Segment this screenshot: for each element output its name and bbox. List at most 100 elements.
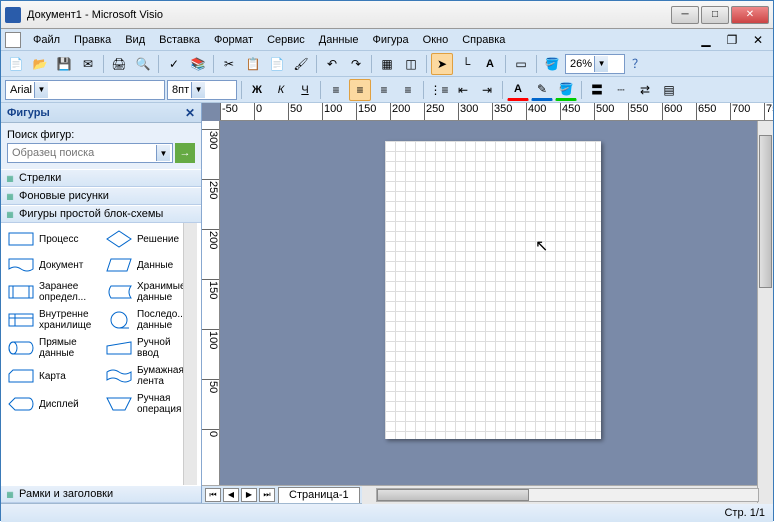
panel-scrollbar[interactable] [183, 223, 197, 485]
search-combo[interactable]: ▼ [7, 143, 173, 163]
search-input[interactable] [12, 147, 154, 159]
dropdown-arrow-icon[interactable]: ▼ [191, 82, 205, 98]
shape-card[interactable]: Карта [5, 363, 99, 389]
menu-help[interactable]: Справка [456, 32, 511, 48]
align-center-button[interactable]: ≡ [349, 79, 371, 101]
menu-window[interactable]: Окно [417, 32, 455, 48]
shape-label: Дисплей [39, 399, 79, 410]
copy-button[interactable]: 📋 [242, 53, 264, 75]
category-flowchart[interactable]: ▦Фигуры простой блок-схемы [1, 205, 201, 223]
page-tab[interactable]: Страница-1 [278, 487, 360, 503]
menu-data[interactable]: Данные [313, 32, 365, 48]
save-button[interactable]: 💾 [53, 53, 75, 75]
help-button[interactable]: ？ [627, 53, 649, 75]
align-left-button[interactable]: ≡ [325, 79, 347, 101]
menu-tools[interactable]: Сервис [261, 32, 311, 48]
manop-icon [105, 394, 133, 414]
underline-button[interactable]: Ч [294, 79, 316, 101]
menu-insert[interactable]: Вставка [153, 32, 206, 48]
shapes-panel: Фигуры ✕ Поиск фигур: ▼ → ▦Стрелки ▦Фоно… [1, 103, 202, 503]
category-backgrounds[interactable]: ▦Фоновые рисунки [1, 187, 201, 205]
shape-label: Прямые данные [39, 337, 97, 359]
dropdown-arrow-icon[interactable]: ▼ [156, 145, 170, 161]
line-pattern-button[interactable]: ┈ [610, 79, 632, 101]
app-icon [5, 7, 21, 23]
fill-color-button[interactable]: 🪣 [555, 79, 577, 101]
menu-shape[interactable]: Фигура [367, 32, 415, 48]
shape-document[interactable]: Документ [5, 253, 99, 277]
mdi-restore-button[interactable]: ❐ [721, 29, 743, 51]
category-frames[interactable]: ▦Рамки и заголовки [1, 485, 201, 503]
scrollbar-horizontal[interactable] [362, 486, 773, 504]
open-button[interactable]: 📂 [29, 53, 51, 75]
bullets-button[interactable]: ⋮≡ [428, 79, 450, 101]
stencil-icon: ▦ [5, 489, 15, 499]
tab-prev-button[interactable]: ◀ [223, 488, 239, 502]
direct-icon [7, 338, 35, 358]
new-button[interactable]: 📄 [5, 53, 27, 75]
stencil-button[interactable]: ◫ [400, 53, 422, 75]
shape-internal[interactable]: Внутренне хранилище [5, 307, 99, 333]
menu-format[interactable]: Формат [208, 32, 259, 48]
indent-dec-button[interactable]: ⇤ [452, 79, 474, 101]
mail-button[interactable]: ✉ [77, 53, 99, 75]
scrollbar-vertical[interactable] [757, 121, 773, 485]
fontsize-combo[interactable]: 8пт ▼ [167, 80, 237, 100]
menu-edit[interactable]: Правка [68, 32, 117, 48]
paste-button[interactable]: 📄 [266, 53, 288, 75]
close-button[interactable]: ✕ [731, 6, 769, 24]
connector-tool-button[interactable]: └ [455, 53, 477, 75]
dropdown-arrow-icon[interactable]: ▼ [34, 82, 48, 98]
panel-close-button[interactable]: ✕ [185, 106, 195, 120]
italic-button[interactable]: К [270, 79, 292, 101]
format-painter-button[interactable]: 🖌 [290, 53, 312, 75]
line-color-button[interactable]: ✎ [531, 79, 553, 101]
format-button[interactable]: ▤ [658, 79, 680, 101]
zoom-combo[interactable]: 26% ▼ [565, 54, 625, 74]
shape-process[interactable]: Процесс [5, 227, 99, 251]
line-weight-button[interactable]: 〓 [586, 79, 608, 101]
stencil-icon: ▦ [5, 209, 15, 219]
shape-predef[interactable]: Заранее определ... [5, 279, 99, 305]
menu-file[interactable]: Файл [27, 32, 66, 48]
minimize-button[interactable]: ─ [671, 6, 699, 24]
menubar: Файл Правка Вид Вставка Формат Сервис Да… [1, 29, 773, 51]
redo-button[interactable]: ↷ [345, 53, 367, 75]
align-right-button[interactable]: ≡ [373, 79, 395, 101]
shape-direct[interactable]: Прямые данные [5, 335, 99, 361]
line-ends-button[interactable]: ⇄ [634, 79, 656, 101]
search-go-button[interactable]: → [175, 143, 195, 163]
undo-button[interactable]: ↶ [321, 53, 343, 75]
print-button[interactable]: 🖨 [108, 53, 130, 75]
bold-button[interactable]: Ж [246, 79, 268, 101]
page[interactable] [385, 141, 601, 439]
shapes-window-button[interactable]: ▦ [376, 53, 398, 75]
mdi-minimize-button[interactable]: ▁ [695, 29, 717, 51]
rectangle-tool-button[interactable]: ▭ [510, 53, 532, 75]
research-button[interactable]: 📚 [187, 53, 209, 75]
tab-last-button[interactable]: ⏭ [259, 488, 275, 502]
mdi-close-button[interactable]: ✕ [747, 29, 769, 51]
stored-icon [105, 282, 133, 302]
align-justify-button[interactable]: ≡ [397, 79, 419, 101]
spellcheck-button[interactable]: ✓ [163, 53, 185, 75]
fill-button[interactable]: 🪣 [541, 53, 563, 75]
pointer-tool-button[interactable]: ➤ [431, 53, 453, 75]
font-combo[interactable]: Arial ▼ [5, 80, 165, 100]
doc-icon[interactable] [5, 32, 21, 48]
font-color-button[interactable]: A [507, 79, 529, 101]
drawing-area[interactable]: ↖ [220, 121, 773, 485]
category-arrows[interactable]: ▦Стрелки [1, 169, 201, 187]
cut-button[interactable]: ✂ [218, 53, 240, 75]
shape-label: Внутренне хранилище [39, 309, 97, 331]
dropdown-arrow-icon[interactable]: ▼ [594, 56, 608, 72]
shape-display[interactable]: Дисплей [5, 391, 99, 417]
print-preview-button[interactable]: 🔍 [132, 53, 154, 75]
menu-view[interactable]: Вид [119, 32, 151, 48]
indent-inc-button[interactable]: ⇥ [476, 79, 498, 101]
text-tool-button[interactable]: A [479, 53, 501, 75]
decision-icon [105, 229, 133, 249]
maximize-button[interactable]: □ [701, 6, 729, 24]
tab-first-button[interactable]: ⏮ [205, 488, 221, 502]
tab-next-button[interactable]: ▶ [241, 488, 257, 502]
